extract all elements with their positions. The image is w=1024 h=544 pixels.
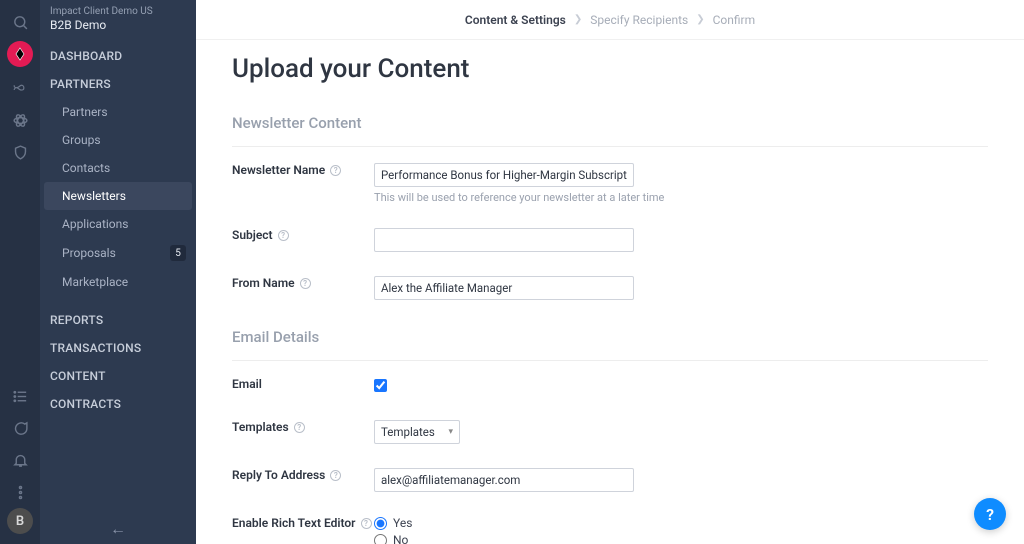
sidebar-item-transactions[interactable]: TRANSACTIONS (40, 334, 196, 362)
label-templates: Templates? (232, 420, 374, 434)
sidebar-sub-proposals[interactable]: Proposals 5 (40, 238, 196, 268)
sidebar-sub-partners[interactable]: Partners (40, 98, 196, 126)
more-icon[interactable] (0, 476, 40, 508)
bell-icon[interactable] (0, 444, 40, 476)
rte-yes-label: Yes (393, 516, 412, 530)
help-icon[interactable]: ? (300, 278, 311, 289)
chevron-down-icon: ▾ (448, 427, 453, 437)
stepper: Content & Settings ❯ Specify Recipients … (196, 0, 1024, 40)
rte-yes-radio[interactable] (374, 517, 387, 530)
brand-block[interactable]: Impact Client Demo US B2B Demo (40, 0, 196, 42)
chevron-right-icon: ❯ (696, 14, 704, 25)
search-icon[interactable] (0, 6, 40, 38)
icon-rail: B (0, 0, 40, 544)
avatar[interactable]: B (7, 508, 33, 534)
sidebar-item-reports[interactable]: REPORTS (40, 306, 196, 334)
newsletter-name-input[interactable] (374, 163, 634, 187)
atom-icon[interactable] (0, 104, 40, 136)
newsletter-name-hint: This will be used to reference your news… (374, 191, 988, 204)
brand-title: B2B Demo (50, 18, 186, 32)
step-specify-recipients[interactable]: Specify Recipients (590, 13, 688, 27)
sidebar-sub-groups[interactable]: Groups (40, 126, 196, 154)
label-newsletter-name: Newsletter Name? (232, 163, 374, 177)
divider (232, 360, 988, 361)
sidebar-item-contracts[interactable]: CONTRACTS (40, 390, 196, 418)
step-content-settings[interactable]: Content & Settings (465, 13, 566, 27)
brand-subtitle: Impact Client Demo US (50, 6, 186, 17)
help-fab[interactable]: ? (974, 498, 1006, 530)
section-newsletter-content: Newsletter Content (232, 114, 988, 132)
brand-logo[interactable] (7, 41, 33, 67)
label-rte: Enable Rich Text Editor? (232, 516, 374, 530)
sidebar: Impact Client Demo US B2B Demo DASHBOARD… (40, 0, 196, 544)
sidebar-item-label: Proposals (62, 246, 116, 260)
collapse-sidebar-icon[interactable]: ← (40, 514, 196, 544)
help-icon[interactable]: ? (330, 165, 341, 176)
label-subject: Subject? (232, 228, 374, 242)
sidebar-item-content[interactable]: CONTENT (40, 362, 196, 390)
subject-input[interactable] (374, 228, 634, 252)
help-icon[interactable]: ? (361, 518, 372, 529)
sidebar-nav: DASHBOARD PARTNERS Partners Groups Conta… (40, 42, 196, 514)
chat-icon[interactable] (0, 412, 40, 444)
rte-no-radio[interactable] (374, 534, 387, 544)
label-email: Email (232, 377, 374, 391)
reply-to-input[interactable] (374, 468, 634, 492)
sidebar-sub-contacts[interactable]: Contacts (40, 154, 196, 182)
infinity-icon[interactable] (0, 72, 40, 104)
chevron-right-icon: ❯ (574, 14, 582, 25)
section-email-details: Email Details (232, 328, 988, 346)
tasks-icon[interactable] (0, 380, 40, 412)
proposals-badge: 5 (170, 245, 186, 261)
templates-select[interactable]: Templates ▾ (374, 420, 460, 444)
sidebar-item-dashboard[interactable]: DASHBOARD (40, 42, 196, 70)
help-icon[interactable]: ? (294, 422, 305, 433)
email-checkbox[interactable] (374, 379, 387, 392)
help-icon[interactable]: ? (330, 470, 341, 481)
help-icon[interactable]: ? (278, 230, 289, 241)
shield-icon[interactable] (0, 136, 40, 168)
templates-selected: Templates (381, 425, 435, 439)
step-confirm[interactable]: Confirm (713, 13, 756, 27)
label-from-name: From Name? (232, 276, 374, 290)
content-area: Upload your Content Newsletter Content N… (196, 40, 1024, 544)
from-name-input[interactable] (374, 276, 634, 300)
rte-no-label: No (393, 533, 408, 544)
sidebar-item-partners[interactable]: PARTNERS (40, 70, 196, 98)
divider (232, 146, 988, 147)
label-reply-to: Reply To Address? (232, 468, 374, 482)
sidebar-sub-applications[interactable]: Applications (40, 210, 196, 238)
sidebar-sub-marketplace[interactable]: Marketplace (40, 268, 196, 296)
page-title: Upload your Content (232, 54, 988, 84)
sidebar-sub-newsletters[interactable]: Newsletters (44, 182, 192, 210)
main: Content & Settings ❯ Specify Recipients … (196, 0, 1024, 544)
